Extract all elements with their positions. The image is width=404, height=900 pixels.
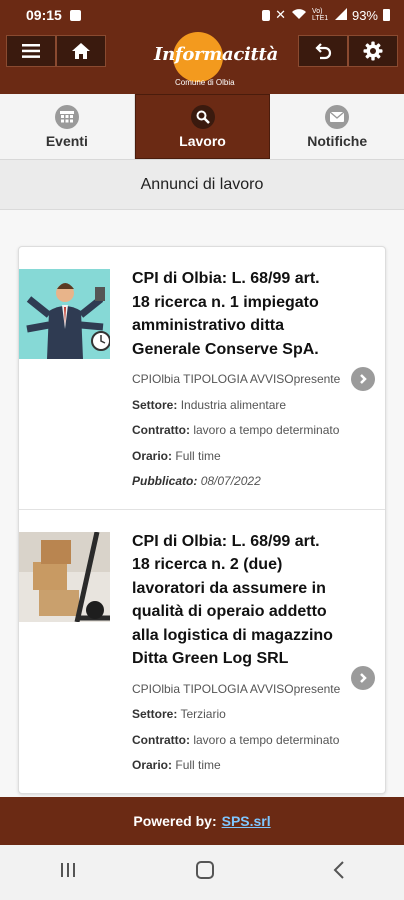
page-title: Annunci di lavoro xyxy=(0,160,404,210)
home-button[interactable] xyxy=(56,35,106,67)
tab-eventi[interactable]: Eventi xyxy=(0,94,135,159)
recent-apps-icon xyxy=(61,863,76,877)
menu-button[interactable] xyxy=(6,35,56,67)
listing-summary: CPIOlbia TIPOLOGIA AVVISOpresente xyxy=(132,372,341,386)
orario-label: Orario: xyxy=(132,448,173,463)
tab-bar: Eventi Lavoro Notifiche xyxy=(0,94,404,160)
mail-icon xyxy=(325,104,350,129)
listing-title: CPI di Olbia: L. 68/99 art. 18 ricerca n… xyxy=(132,532,333,668)
calendar-icon xyxy=(54,104,79,129)
back-button[interactable] xyxy=(298,35,348,67)
settore-value: Terziario xyxy=(180,707,226,721)
home-icon xyxy=(72,43,90,59)
app-logo: Informacittà xyxy=(154,44,278,65)
search-icon xyxy=(190,104,215,129)
listing-pubblicato: Pubblicato: 08/07/2022 xyxy=(132,469,342,495)
powered-by-footer: Powered by: SPS.srl xyxy=(0,797,404,845)
orario-value: Full time xyxy=(175,448,221,463)
home-nav-button[interactable] xyxy=(195,860,215,885)
listing-title: CPI di Olbia: L. 68/99 art. 18 ricerca n… xyxy=(132,270,320,358)
tab-label: Notifiche xyxy=(307,132,368,149)
back-nav-button[interactable] xyxy=(332,860,346,885)
sps-link[interactable]: SPS.srl xyxy=(222,813,271,829)
pubblicato-value: 08/07/2022 xyxy=(200,474,261,488)
listing-settore: Settore: Terziario xyxy=(132,702,342,728)
home-square-icon xyxy=(195,861,214,879)
chevron-right-icon[interactable] xyxy=(351,367,375,391)
contratto-label: Contratto: xyxy=(132,423,190,437)
contratto-value: lavoro a tempo determinato xyxy=(193,423,340,437)
hamburger-icon xyxy=(22,44,40,58)
tab-label: Lavoro xyxy=(179,132,226,149)
settore-label: Settore: xyxy=(132,707,178,721)
listing-image xyxy=(19,269,110,359)
app-header: Informacittà Comune di Olbia xyxy=(0,30,404,94)
listing-orario: Orario: Full time xyxy=(132,444,342,470)
gear-icon xyxy=(363,41,383,61)
listing-image xyxy=(19,531,110,622)
battery-level: 93% xyxy=(351,7,378,23)
contratto-label: Contratto: xyxy=(132,732,190,747)
settore-value: Industria alimentare xyxy=(180,397,287,412)
orario-value: Full time xyxy=(175,758,221,772)
battery-icon xyxy=(383,9,390,21)
listing-orario: Orario: Full time xyxy=(132,753,342,779)
recent-apps-button[interactable] xyxy=(58,861,78,884)
listing-summary: CPIOlbia TIPOLOGIA AVVISOpresente xyxy=(132,681,341,696)
mute-icon: ✕ xyxy=(275,7,286,22)
footer-prefix: Powered by: xyxy=(133,813,217,829)
tab-label: Eventi xyxy=(45,132,88,149)
settore-label: Settore: xyxy=(132,397,178,412)
signal-icon xyxy=(334,7,347,23)
tab-notifiche[interactable]: Notifiche xyxy=(270,94,404,159)
orario-label: Orario: xyxy=(132,758,173,772)
status-time: 09:15 xyxy=(26,7,62,23)
back-arrow-icon xyxy=(333,861,344,879)
listing-contratto: Contratto: lavoro a tempo determinato xyxy=(132,728,342,754)
listing-settore: Settore: Industria alimentare xyxy=(132,393,342,419)
list-item[interactable]: CPI di Olbia: L. 68/99 art. 18 ricerca n… xyxy=(19,247,385,510)
wifi-icon xyxy=(291,8,307,23)
list-item[interactable]: CPI di Olbia: L. 68/99 art. 18 ricerca n… xyxy=(19,510,385,793)
listings-card: CPI di Olbia: L. 68/99 art. 18 ricerca n… xyxy=(18,246,386,794)
undo-icon xyxy=(315,43,332,60)
system-nav-bar xyxy=(0,845,404,900)
settings-button[interactable] xyxy=(348,35,398,67)
tab-lavoro[interactable]: Lavoro xyxy=(134,94,271,159)
listings-scroll-area[interactable]: CPI di Olbia: L. 68/99 art. 18 ricerca n… xyxy=(0,210,404,797)
contratto-value: lavoro a tempo determinato xyxy=(193,732,340,747)
chevron-right-icon[interactable] xyxy=(351,665,375,690)
status-bar: 09:15 ✕ Vo) LTE1 93% xyxy=(0,0,404,30)
gallery-notification-icon xyxy=(69,9,81,21)
logo-subtitle: Comune di Olbia xyxy=(175,78,235,87)
battery-saver-icon xyxy=(262,9,271,21)
pubblicato-label: Pubblicato: xyxy=(132,474,198,488)
listing-contratto: Contratto: lavoro a tempo determinato xyxy=(132,418,342,444)
network-label: Vo) LTE1 xyxy=(311,8,329,22)
